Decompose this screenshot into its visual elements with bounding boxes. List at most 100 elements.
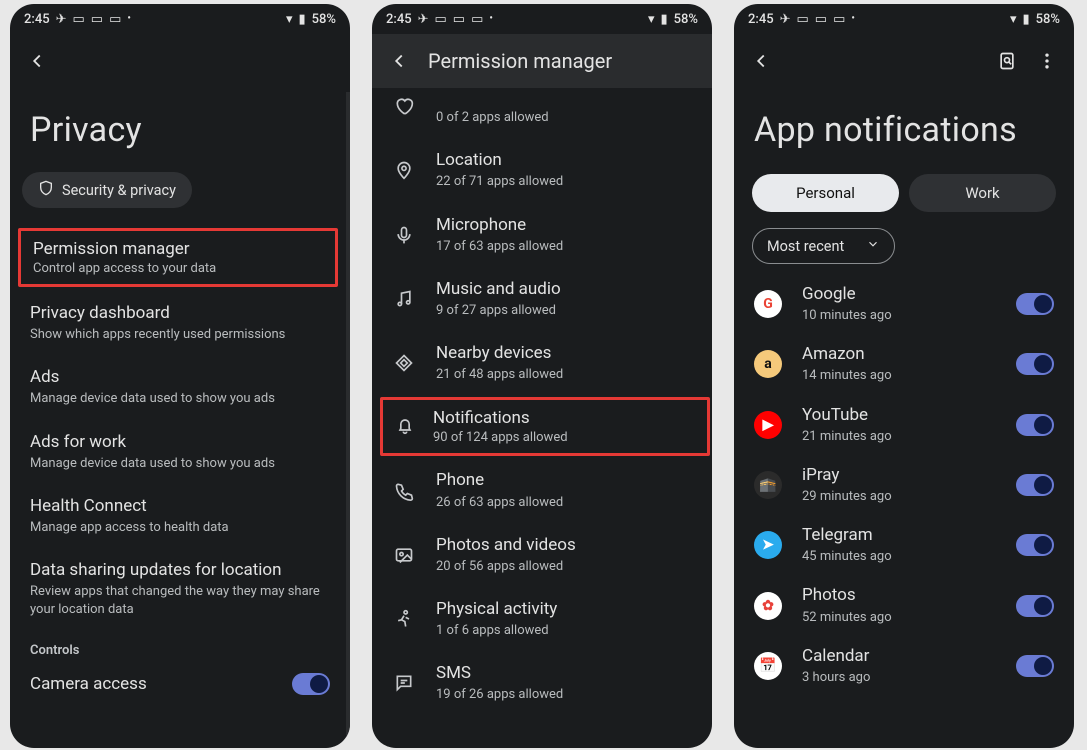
battery-icon: ▮ xyxy=(298,12,305,27)
item-microphone[interactable]: Microphone 17 of 63 apps allowed xyxy=(372,203,712,267)
item-sms[interactable]: SMS19 of 26 apps allowed xyxy=(372,651,712,715)
item-title: Physical activity xyxy=(436,598,692,620)
mic-icon xyxy=(392,223,416,247)
app-subtitle: 21 minutes ago xyxy=(802,428,996,446)
app-photos[interactable]: ✿Photos52 minutes ago xyxy=(734,575,1074,635)
notification-toggle[interactable] xyxy=(1016,655,1054,677)
item-location[interactable]: Location22 of 71 apps allowed xyxy=(372,138,712,202)
item-nearby-devices[interactable]: Nearby devices21 of 48 apps allowed xyxy=(372,331,712,395)
youtube-status-icon-2: ▭ xyxy=(91,12,103,27)
search-in-page-icon[interactable] xyxy=(996,50,1018,72)
app-name: Photos xyxy=(802,584,996,606)
note-icon xyxy=(392,287,416,311)
item-phone[interactable]: Phone26 of 63 apps allowed xyxy=(372,458,712,522)
youtube-status-icon-2: ▭ xyxy=(815,12,827,27)
screen-app-notifications: 2:45 ✈ ▭ ▭ ▭ • ▾ ▮ 58% App notifications… xyxy=(734,4,1074,748)
screen-permission-manager: 2:45 ✈ ▭ ▭ ▭ • ▾ ▮ 58% Permission manage… xyxy=(372,4,712,748)
item-title: Ads xyxy=(30,366,330,388)
app-icon: 📅 xyxy=(754,652,782,680)
item-subtitle: Manage app access to health data xyxy=(30,519,330,537)
notification-toggle[interactable] xyxy=(1016,595,1054,617)
item-privacy-dashboard[interactable]: Privacy dashboard Show which apps recent… xyxy=(10,291,350,355)
more-vert-icon[interactable] xyxy=(1036,50,1058,72)
item-subtitle: 20 of 56 apps allowed xyxy=(436,558,692,576)
item-subtitle: 19 of 26 apps allowed xyxy=(436,686,692,704)
status-bar: 2:45 ✈ ▭ ▭ ▭ • ▾ ▮ 58% xyxy=(10,4,350,34)
notification-toggle[interactable] xyxy=(1016,534,1054,556)
app-subtitle: 14 minutes ago xyxy=(802,367,996,385)
wifi-icon: ▾ xyxy=(648,12,655,27)
item-subtitle: 26 of 63 apps allowed xyxy=(436,494,692,512)
run-icon xyxy=(392,607,416,631)
youtube-status-icon-3: ▭ xyxy=(109,12,121,27)
battery-icon: ▮ xyxy=(1022,12,1029,27)
more-dot-icon: • xyxy=(851,14,855,24)
item-photos-and-videos[interactable]: Photos and videos20 of 56 apps allowed xyxy=(372,523,712,587)
app-icon: ▶ xyxy=(754,411,782,439)
item-title: Microphone xyxy=(436,214,692,236)
page-title: App notifications xyxy=(734,88,1074,168)
item-permission-manager[interactable]: Permission manager Control app access to… xyxy=(18,228,338,287)
back-icon[interactable] xyxy=(750,50,772,72)
app-google[interactable]: GGoogle10 minutes ago xyxy=(734,274,1074,334)
app-amazon[interactable]: a Amazon 14 minutes ago xyxy=(734,334,1074,394)
notification-toggle[interactable] xyxy=(1016,414,1054,436)
item-ads-work[interactable]: Ads for work Manage device data used to … xyxy=(10,420,350,484)
app-ipray[interactable]: 🕋iPray29 minutes ago xyxy=(734,455,1074,515)
item-music-and-audio[interactable]: Music and audio9 of 27 apps allowed xyxy=(372,267,712,331)
phone-icon xyxy=(392,479,416,503)
app-calendar[interactable]: 📅Calendar3 hours ago xyxy=(734,636,1074,696)
status-time: 2:45 xyxy=(24,12,50,27)
item-subtitle: 22 of 71 apps allowed xyxy=(436,173,692,191)
battery-icon: ▮ xyxy=(660,12,667,27)
item-data-sharing[interactable]: Data sharing updates for location Review… xyxy=(10,548,350,630)
chevron-down-icon xyxy=(866,237,880,255)
notification-toggle[interactable] xyxy=(1016,474,1054,496)
battery-percent: 58% xyxy=(1036,12,1060,27)
notification-toggle[interactable] xyxy=(1016,293,1054,315)
item-ads[interactable]: Ads Manage device data used to show you … xyxy=(10,355,350,419)
app-telegram[interactable]: ➤Telegram45 minutes ago xyxy=(734,515,1074,575)
app-icon: G xyxy=(754,290,782,318)
app-youtube[interactable]: ▶ YouTube 21 minutes ago xyxy=(734,395,1074,455)
notification-toggle[interactable] xyxy=(1016,353,1054,375)
app-subtitle: 45 minutes ago xyxy=(802,548,996,566)
wifi-icon: ▾ xyxy=(286,12,293,27)
item-subtitle: Manage device data used to show you ads xyxy=(30,390,330,408)
bell-icon xyxy=(395,415,415,439)
status-bar: 2:45 ✈ ▭ ▭ ▭ • ▾ ▮ 58% xyxy=(372,4,712,34)
item-title: Camera access xyxy=(30,673,272,695)
telegram-status-icon: ✈ xyxy=(780,12,791,27)
item-subtitle: 9 of 27 apps allowed xyxy=(436,302,692,320)
camera-toggle[interactable] xyxy=(292,673,330,695)
filter-label: Most recent xyxy=(767,238,844,255)
pin-icon xyxy=(392,158,416,182)
item-physical-activity[interactable]: Physical activity1 of 6 apps allowed xyxy=(372,587,712,651)
item-health-connect[interactable]: Health Connect Manage app access to heal… xyxy=(10,484,350,548)
scrollbar[interactable] xyxy=(346,92,350,748)
item-health-connect[interactable]: Health Connect0 of 2 apps allowed xyxy=(372,74,712,138)
telegram-status-icon: ✈ xyxy=(418,12,429,27)
tab-work[interactable]: Work xyxy=(909,174,1056,212)
nearby-icon xyxy=(392,351,416,375)
youtube-status-icon: ▭ xyxy=(435,12,447,27)
page-title: Permission manager xyxy=(428,49,612,73)
filter-dropdown[interactable]: Most recent xyxy=(752,228,895,264)
app-subtitle: 10 minutes ago xyxy=(802,307,996,325)
item-subtitle: Show which apps recently used permission… xyxy=(30,326,330,344)
item-subtitle: 17 of 63 apps allowed xyxy=(436,238,692,256)
youtube-status-icon: ▭ xyxy=(73,12,85,27)
item-camera-access[interactable]: Camera access xyxy=(10,662,350,706)
app-icon: a xyxy=(754,350,782,378)
tab-personal[interactable]: Personal xyxy=(752,174,899,212)
more-dot-icon: • xyxy=(127,14,131,24)
status-time: 2:45 xyxy=(386,12,412,27)
item-notifications[interactable]: Notifications90 of 124 apps allowed xyxy=(380,397,710,456)
back-icon[interactable] xyxy=(388,50,410,72)
item-subtitle: 90 of 124 apps allowed xyxy=(433,430,568,445)
back-icon[interactable] xyxy=(26,50,48,72)
app-name: Amazon xyxy=(802,343,996,365)
app-name: YouTube xyxy=(802,404,996,426)
youtube-status-icon-3: ▭ xyxy=(471,12,483,27)
breadcrumb-chip[interactable]: Security & privacy xyxy=(22,172,192,208)
